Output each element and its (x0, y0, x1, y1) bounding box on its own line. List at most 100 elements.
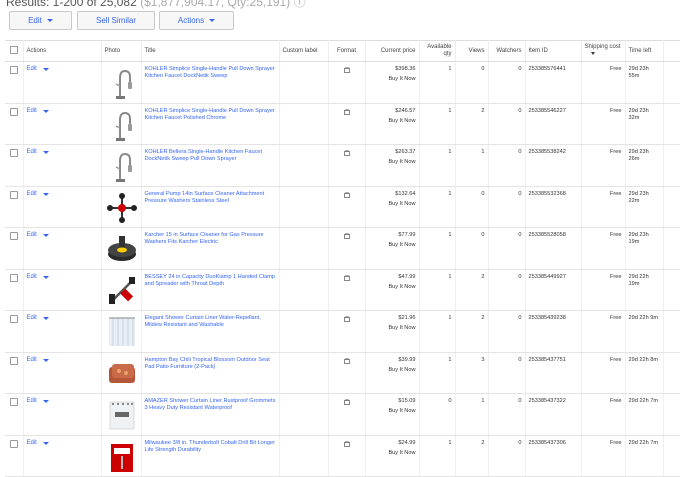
product-thumbnail[interactable] (105, 315, 138, 349)
row-edit-dropdown[interactable]: Edit (27, 108, 98, 115)
shipping-cost: Free (581, 269, 626, 311)
product-thumbnail[interactable] (105, 357, 138, 391)
row-actions-cell: Edit (23, 227, 102, 270)
row-actions-cell: Edit (23, 61, 102, 104)
chevron-down-icon (42, 68, 49, 72)
row-checkbox[interactable] (9, 273, 18, 282)
row-custom-label-cell (279, 227, 329, 270)
listing-title-link[interactable]: KOHLER Bellera Single-Handle Kitchen Fau… (145, 149, 263, 162)
listing-title-link[interactable]: Karcher 15 in Surface Cleaner for Gas Pr… (145, 232, 264, 245)
row-checkbox[interactable] (9, 439, 18, 448)
row-photo-cell[interactable] (101, 393, 142, 436)
col-format[interactable]: Format (328, 40, 366, 62)
table-row: Edit Milwaukee 3/8 in. Thunderbolt Cobal… (5, 435, 680, 477)
select-all-checkbox[interactable] (9, 45, 18, 54)
row-custom-label-cell (279, 393, 329, 436)
current-price: $15.09 (398, 398, 416, 404)
row-format-cell (328, 227, 366, 270)
listing-title-link[interactable]: KOHLER Simplice Single-Handle Pull Down … (145, 108, 275, 121)
col-item-id[interactable]: Item ID (525, 40, 582, 62)
listing-title-link[interactable]: Milwaukee 3/8 in. Thunderbolt Cobalt Dri… (145, 440, 276, 453)
row-select-cell[interactable] (5, 435, 24, 477)
actions-dropdown-button[interactable]: Actions (159, 11, 234, 30)
row-edit-dropdown[interactable]: Edit (27, 440, 98, 447)
row-select-cell[interactable] (5, 227, 24, 270)
product-thumbnail[interactable] (105, 232, 138, 266)
product-thumbnail[interactable] (105, 398, 138, 432)
current-price: $398.36 (395, 66, 416, 72)
col-title[interactable]: Title (141, 40, 280, 62)
col-current-price[interactable]: Current price (365, 40, 420, 62)
row-photo-cell[interactable] (101, 310, 142, 353)
listing-title-link[interactable]: General Pump 14in Surface Cleaner Attach… (145, 191, 265, 204)
row-checkbox[interactable] (9, 232, 18, 240)
product-thumbnail[interactable] (105, 274, 138, 308)
chevron-down-icon (42, 400, 49, 404)
listing-title-link[interactable]: AMAZER Shower Curtain Liner Rustproof Gr… (145, 398, 276, 411)
listing-title-link[interactable]: Hampton Bay Chili Tropical Blossom Outdo… (145, 357, 270, 370)
product-thumbnail[interactable] (105, 440, 138, 474)
views-count: 0 (455, 186, 489, 228)
row-photo-cell[interactable] (101, 227, 142, 270)
col-custom-label[interactable]: Custom label (279, 40, 329, 62)
row-edit-dropdown[interactable]: Edit (27, 232, 98, 239)
row-checkbox[interactable] (9, 149, 18, 157)
col-views[interactable]: Views (455, 40, 489, 62)
row-actions-cell: Edit (23, 269, 102, 311)
row-edit-dropdown[interactable]: Edit (27, 398, 98, 405)
row-edit-label: Edit (26, 315, 37, 321)
select-all-cell[interactable] (5, 40, 24, 62)
product-thumbnail[interactable] (105, 66, 138, 100)
row-title-cell: Elegant Shower Curtain Liner Water-Repel… (141, 310, 280, 353)
row-edit-dropdown[interactable]: Edit (27, 274, 98, 281)
col-watchers[interactable]: Watchers (488, 40, 526, 62)
row-edit-dropdown[interactable]: Edit (27, 149, 98, 156)
info-icon[interactable]: ⓘ (294, 0, 306, 9)
row-photo-cell[interactable] (101, 144, 142, 187)
product-thumbnail[interactable] (105, 149, 138, 183)
col-shipping-cost[interactable]: Shipping cost (581, 40, 626, 62)
row-edit-dropdown[interactable]: Edit (27, 357, 98, 364)
row-checkbox[interactable] (9, 398, 18, 406)
chevron-down-icon (42, 317, 49, 321)
product-thumbnail[interactable] (105, 108, 138, 142)
row-select-cell[interactable] (5, 269, 24, 311)
row-custom-label-cell (279, 435, 329, 477)
row-checkbox[interactable] (9, 66, 18, 74)
row-checkbox[interactable] (9, 315, 18, 323)
row-checkbox[interactable] (9, 190, 18, 199)
row-photo-cell[interactable] (101, 186, 142, 228)
row-select-cell[interactable] (5, 393, 24, 436)
row-edit-dropdown[interactable]: Edit (27, 191, 98, 198)
fixed-price-icon (343, 67, 350, 73)
row-select-cell[interactable] (5, 61, 24, 104)
listing-title-link[interactable]: BESSEY 24 in Capacity DuoKlamp 1 Handed … (145, 274, 276, 287)
row-photo-cell[interactable] (101, 435, 142, 477)
watchers-count: 0 (488, 269, 526, 311)
row-photo-cell[interactable] (101, 352, 142, 394)
row-select-cell[interactable] (5, 310, 24, 353)
row-select-cell[interactable] (5, 103, 24, 145)
fixed-price-icon (343, 233, 350, 239)
row-edit-dropdown[interactable]: Edit (27, 66, 98, 73)
shipping-cost: Free (581, 227, 626, 270)
row-checkbox[interactable] (9, 107, 18, 116)
listing-title-link[interactable]: KOHLER Simplice Single-Handle Pull Down … (145, 66, 275, 79)
edit-dropdown-button[interactable]: Edit (9, 11, 72, 30)
row-photo-cell[interactable] (101, 61, 142, 104)
col-time-left[interactable]: Time left (625, 40, 664, 62)
row-photo-cell[interactable] (101, 103, 142, 145)
product-thumbnail[interactable] (105, 191, 138, 225)
row-edit-dropdown[interactable]: Edit (27, 315, 98, 322)
listing-title-link[interactable]: Elegant Shower Curtain Liner Water-Repel… (145, 315, 261, 328)
row-photo-cell[interactable] (101, 269, 142, 311)
col-available-qty[interactable]: Available qty (419, 40, 456, 62)
sell-similar-button[interactable]: Sell Similar (77, 11, 155, 30)
available-qty: 1 (419, 435, 456, 477)
views-count: 1 (455, 144, 489, 187)
chevron-down-icon (42, 275, 49, 279)
row-select-cell[interactable] (5, 144, 24, 187)
row-checkbox[interactable] (9, 356, 18, 365)
row-select-cell[interactable] (5, 186, 24, 228)
row-select-cell[interactable] (5, 352, 24, 394)
